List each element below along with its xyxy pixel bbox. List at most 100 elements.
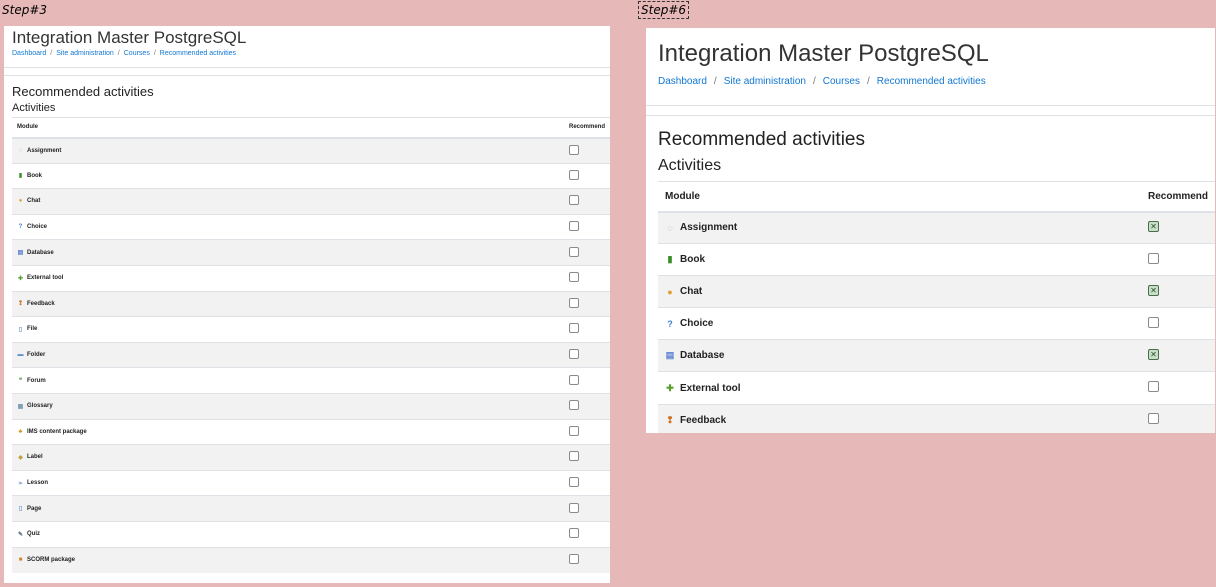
recommend-cell — [563, 264, 610, 292]
breadcrumb-site-administration[interactable]: Site administration — [56, 50, 114, 57]
breadcrumb-dashboard[interactable]: Dashboard — [12, 50, 46, 57]
page-heading: Recommended activities — [12, 84, 154, 99]
recommend-cell — [563, 188, 610, 215]
divider — [646, 115, 1215, 116]
recommend-checkbox[interactable] — [568, 400, 579, 411]
column-header-module: Module — [658, 181, 1141, 213]
module-cell: ➢ Lesson — [12, 469, 564, 496]
screenshot-step-3: Integration Master PostgreSQL Dashboard /… — [4, 26, 610, 583]
recommend-checkbox[interactable] — [568, 323, 579, 334]
table-row: ◌ Assignment — [658, 210, 1215, 244]
module-name: Chat — [680, 286, 703, 298]
quiz-icon: ✎ — [17, 531, 24, 538]
assignment-icon: ◌ — [667, 222, 673, 233]
module-name: Folder — [27, 352, 46, 359]
recommend-checkbox[interactable] — [568, 169, 579, 180]
book-icon: ▮ — [18, 173, 23, 180]
recommend-checkbox[interactable] — [1147, 252, 1159, 264]
module-cell: ◌ Assignment — [658, 210, 1141, 244]
table-row: ✎ Quiz — [12, 520, 610, 547]
module-cell: ■ SCORM package — [12, 546, 564, 573]
activities-table: Module Recommend ◌ Assignment ▮ Book ● Chat? C… — [658, 181, 1215, 433]
recommend-cell — [563, 213, 610, 240]
recommend-checkbox[interactable] — [1147, 348, 1159, 360]
assignment-icon: ◌ — [18, 147, 23, 154]
module-cell: ❢ Feedback — [12, 290, 564, 317]
recommend-cell — [563, 469, 610, 496]
module-name: Page — [27, 505, 42, 512]
module-cell: ✚ External tool — [12, 264, 564, 292]
module-name: Label — [27, 454, 43, 461]
module-cell: ▮ Book — [658, 243, 1141, 276]
recommend-cell — [563, 367, 610, 394]
module-name: Forum — [27, 377, 46, 384]
recommend-checkbox[interactable] — [568, 554, 579, 565]
recommend-checkbox[interactable] — [1147, 381, 1159, 393]
external-tool-icon: ✚ — [17, 275, 24, 282]
folder-icon: ▬ — [17, 352, 24, 359]
module-name: External tool — [680, 382, 741, 394]
page-heading: Recommended activities — [658, 129, 865, 150]
recommend-checkbox[interactable] — [568, 246, 579, 257]
table-row: ❢ Feedback — [12, 290, 610, 317]
module-cell: ❢ Feedback — [658, 403, 1141, 433]
recommend-checkbox[interactable] — [1147, 316, 1159, 328]
column-header-recommend: Recommend — [1140, 181, 1215, 213]
recommend-checkbox[interactable] — [1147, 413, 1159, 425]
module-cell: ▤ Database — [12, 239, 564, 266]
recommend-checkbox[interactable] — [568, 528, 579, 539]
recommend-checkbox[interactable] — [568, 374, 579, 385]
site-title: Integration Master PostgreSQL — [658, 40, 989, 67]
feedback-icon: ❢ — [17, 301, 24, 308]
divider — [646, 105, 1215, 106]
recommend-checkbox[interactable] — [568, 144, 579, 155]
breadcrumb-dashboard[interactable]: Dashboard — [658, 76, 707, 87]
recommend-cell — [1140, 307, 1215, 340]
recommend-cell — [563, 239, 610, 266]
database-icon: ▤ — [665, 350, 675, 361]
recommend-checkbox[interactable] — [1147, 220, 1159, 232]
table-row: ◆ Label — [12, 444, 610, 471]
column-header-recommend: Recommend — [563, 117, 610, 139]
column-header-module: Module — [12, 117, 564, 139]
breadcrumb-recommended-activities[interactable]: Recommended activities — [877, 76, 986, 87]
module-name: External tool — [27, 275, 64, 282]
table-row: ▮ Book — [12, 162, 610, 189]
module-name: Book — [27, 172, 42, 179]
recommend-checkbox[interactable] — [568, 272, 579, 283]
recommend-cell — [1140, 275, 1215, 308]
feedback-icon: ❢ — [666, 414, 674, 425]
table-row: ▦ Glossary — [12, 392, 610, 420]
recommend-checkbox[interactable] — [568, 195, 579, 206]
module-cell: ▯ Page — [12, 495, 564, 522]
recommend-checkbox[interactable] — [568, 297, 579, 308]
recommend-checkbox[interactable] — [568, 502, 579, 513]
module-name: Feedback — [680, 414, 727, 426]
table-row: ? Choice — [658, 307, 1215, 340]
breadcrumb-site-administration[interactable]: Site administration — [724, 76, 806, 87]
recommend-checkbox[interactable] — [568, 221, 579, 232]
module-name: Assignment — [680, 222, 738, 234]
module-cell: ? Choice — [12, 213, 564, 240]
recommend-checkbox[interactable] — [1147, 284, 1159, 296]
breadcrumb-recommended-activities[interactable]: Recommended activities — [160, 50, 236, 57]
recommend-checkbox[interactable] — [568, 477, 579, 488]
recommend-cell — [1140, 339, 1215, 372]
recommend-cell — [563, 341, 610, 368]
recommend-checkbox[interactable] — [568, 425, 579, 436]
step-3-label: Step#3 — [2, 3, 48, 17]
module-cell: ◌ Assignment — [12, 137, 564, 164]
recommend-cell — [1140, 243, 1215, 276]
activities-heading: Activities — [12, 102, 56, 114]
module-name: Book — [680, 254, 705, 266]
table-row: ✚ External tool — [12, 264, 610, 292]
recommend-checkbox[interactable] — [568, 349, 579, 360]
table-row: ♣ IMS content package — [12, 418, 610, 445]
ims-package-icon: ♣ — [18, 428, 23, 435]
breadcrumb-courses[interactable]: Courses — [823, 76, 860, 87]
table-row: ● Chat — [658, 275, 1215, 308]
recommend-cell — [563, 520, 610, 547]
recommend-checkbox[interactable] — [568, 451, 579, 462]
divider — [4, 75, 610, 76]
breadcrumb-courses[interactable]: Courses — [124, 50, 150, 57]
